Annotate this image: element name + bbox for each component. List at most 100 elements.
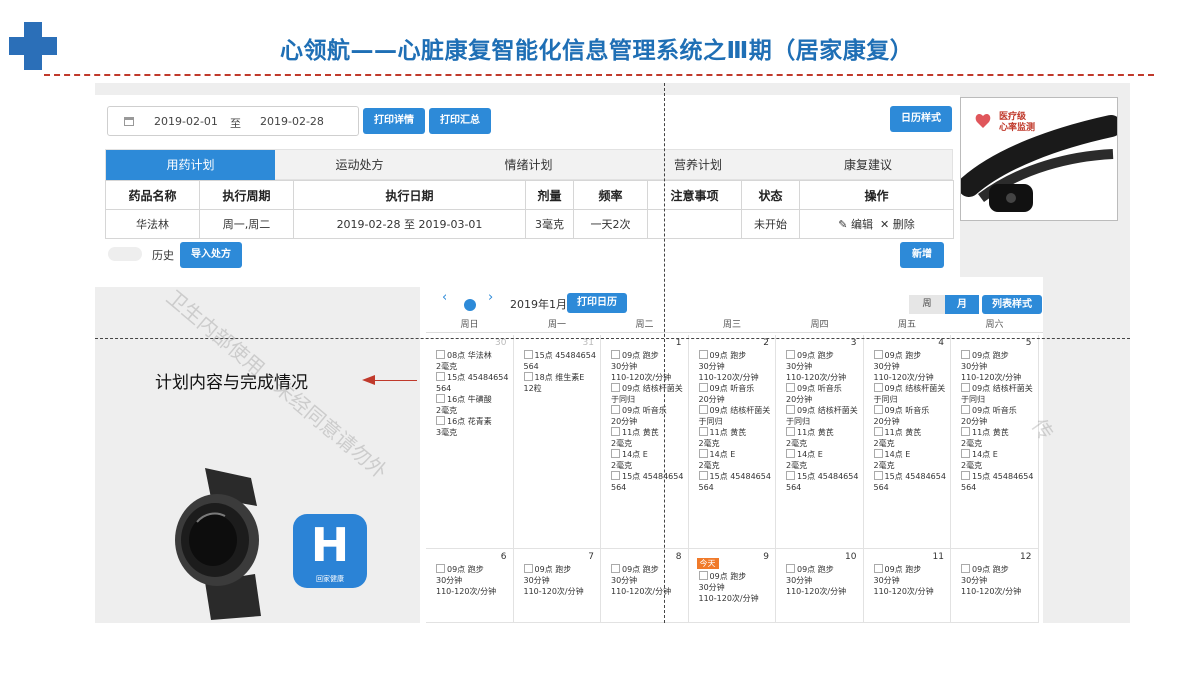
- event-item[interactable]: 09点 结核杆菌关于同归: [786, 405, 861, 427]
- calendar-day-cell[interactable]: 2 09点 跑步 30分钟 110-120次/分钟 09点 听音乐 20分钟 09点 结核杆…: [688, 335, 776, 549]
- edit-icon[interactable]: ✎: [838, 218, 847, 231]
- event-checkbox[interactable]: [523, 350, 533, 359]
- event-checkbox[interactable]: [611, 471, 620, 480]
- event-item[interactable]: 09点 听音乐: [698, 383, 774, 394]
- event-item[interactable]: 09点 跑步: [698, 350, 774, 361]
- event-checkbox[interactable]: [786, 564, 795, 573]
- event-checkbox[interactable]: [961, 564, 970, 573]
- event-item[interactable]: 09点 听音乐: [873, 405, 949, 416]
- tab-rehab-advice[interactable]: 康复建议: [783, 150, 953, 180]
- event-checkbox[interactable]: [698, 383, 708, 392]
- calendar-day-cell[interactable]: 7 09点 跑步 30分钟 110-120次/分钟: [513, 549, 601, 623]
- event-item[interactable]: 14点 E: [961, 449, 1036, 460]
- event-item[interactable]: 11点 黄芪: [611, 427, 686, 438]
- event-item[interactable]: 09点 结核杆菌关于同归: [698, 405, 774, 427]
- calendar-style-button[interactable]: 日历样式: [890, 106, 952, 132]
- import-prescription-button[interactable]: 导入处方: [180, 242, 242, 268]
- event-checkbox[interactable]: [786, 449, 795, 458]
- event-item[interactable]: 14点 E: [611, 449, 686, 460]
- event-item[interactable]: 15点 45484654564: [611, 471, 686, 493]
- event-checkbox[interactable]: [961, 449, 970, 458]
- event-item[interactable]: 09点 跑步: [873, 564, 949, 575]
- calendar-day-cell[interactable]: 12 09点 跑步 30分钟 110-120次/分钟: [951, 549, 1039, 623]
- event-checkbox[interactable]: [436, 394, 445, 403]
- event-item[interactable]: 15点 45484654564: [961, 471, 1036, 493]
- event-checkbox[interactable]: [436, 372, 445, 381]
- date-to[interactable]: 2019-02-28: [260, 115, 324, 128]
- view-week-button[interactable]: 周: [909, 295, 945, 314]
- delete-link[interactable]: 删除: [893, 218, 915, 231]
- event-item[interactable]: 16点 牛磺酸: [436, 394, 511, 405]
- view-list-button[interactable]: 列表样式: [982, 295, 1042, 314]
- event-item[interactable]: 09点 结核杆菌关于同归: [873, 383, 949, 405]
- event-item[interactable]: 14点 E: [786, 449, 861, 460]
- event-item[interactable]: 09点 跑步: [786, 350, 861, 361]
- add-button[interactable]: 新增: [900, 242, 944, 268]
- prev-month-icon[interactable]: ‹: [442, 290, 447, 305]
- calendar-day-cell[interactable]: 31 15点 45484654564 18点 维生素E 12粒: [513, 335, 601, 549]
- calendar-day-cell[interactable]: 5 09点 跑步 30分钟 110-120次/分钟 09点 结核杆菌关于同归 09点 听音…: [951, 335, 1039, 549]
- event-item[interactable]: 09点 听音乐: [961, 405, 1036, 416]
- date-from[interactable]: 2019-02-01: [154, 115, 218, 128]
- event-item[interactable]: 08点 华法林: [436, 350, 511, 361]
- event-checkbox[interactable]: [436, 416, 445, 425]
- event-checkbox[interactable]: [961, 471, 970, 480]
- calendar-day-cell[interactable]: 11 09点 跑步 30分钟 110-120次/分钟: [863, 549, 951, 623]
- event-checkbox[interactable]: [961, 405, 970, 414]
- delete-icon[interactable]: ✕: [880, 218, 889, 231]
- event-item[interactable]: 09点 跑步: [436, 564, 511, 575]
- event-checkbox[interactable]: [873, 449, 883, 458]
- event-checkbox[interactable]: [786, 383, 795, 392]
- event-item[interactable]: 09点 跑步: [786, 564, 861, 575]
- history-toggle[interactable]: [108, 247, 142, 261]
- date-range-picker[interactable]: 2019-02-01 至 2019-02-28: [107, 106, 359, 136]
- print-summary-button[interactable]: 打印汇总: [429, 108, 491, 134]
- event-checkbox[interactable]: [611, 405, 620, 414]
- edit-link[interactable]: 编辑: [851, 218, 873, 231]
- event-checkbox[interactable]: [611, 350, 620, 359]
- calendar-day-cell[interactable]: 1 09点 跑步 30分钟 110-120次/分钟 09点 结核杆菌关于同归 09点 听音…: [601, 335, 689, 549]
- calendar-day-cell[interactable]: 30 08点 华法林 2毫克 15点 45484654564 16点 牛磺酸 2毫克 16点…: [426, 335, 514, 549]
- event-item[interactable]: 09点 跑步: [873, 350, 949, 361]
- today-dot-icon[interactable]: [464, 299, 476, 311]
- calendar-day-cell[interactable]: 6 09点 跑步 30分钟 110-120次/分钟: [426, 549, 514, 623]
- event-checkbox[interactable]: [873, 564, 883, 573]
- event-item[interactable]: 15点 45484654564: [786, 471, 861, 493]
- tab-exercise[interactable]: 运动处方: [275, 150, 444, 180]
- event-item[interactable]: 11点 黄芪: [873, 427, 949, 438]
- event-item[interactable]: 09点 跑步: [961, 564, 1036, 575]
- event-checkbox[interactable]: [961, 350, 970, 359]
- event-item[interactable]: 09点 结核杆菌关于同归: [611, 383, 686, 405]
- event-checkbox[interactable]: [873, 350, 883, 359]
- event-checkbox[interactable]: [698, 449, 708, 458]
- event-checkbox[interactable]: [523, 372, 533, 381]
- event-checkbox[interactable]: [786, 405, 795, 414]
- print-calendar-button[interactable]: 打印日历: [567, 293, 627, 313]
- tab-emotion[interactable]: 情绪计划: [444, 150, 613, 180]
- print-detail-button[interactable]: 打印详情: [363, 108, 425, 134]
- event-item[interactable]: 15点 45484654564: [873, 471, 949, 493]
- event-checkbox[interactable]: [523, 564, 533, 573]
- tab-medication[interactable]: 用药计划: [106, 150, 275, 180]
- event-item[interactable]: 09点 跑步: [698, 571, 774, 582]
- calendar-day-cell[interactable]: 4 09点 跑步 30分钟 110-120次/分钟 09点 结核杆菌关于同归 09点 听音…: [863, 335, 951, 549]
- event-checkbox[interactable]: [611, 427, 620, 436]
- event-checkbox[interactable]: [611, 383, 620, 392]
- event-item[interactable]: 09点 跑步: [961, 350, 1036, 361]
- calendar-day-cell[interactable]: 3 09点 跑步 30分钟 110-120次/分钟 09点 听音乐 20分钟 09点 结核杆…: [776, 335, 864, 549]
- event-checkbox[interactable]: [873, 471, 883, 480]
- event-checkbox[interactable]: [961, 383, 970, 392]
- event-checkbox[interactable]: [873, 427, 883, 436]
- calendar-day-cell[interactable]: 10 09点 跑步 30分钟 110-120次/分钟: [776, 549, 864, 623]
- event-item[interactable]: 14点 E: [698, 449, 774, 460]
- event-checkbox[interactable]: [436, 350, 445, 359]
- event-checkbox[interactable]: [873, 405, 883, 414]
- event-checkbox[interactable]: [873, 383, 883, 392]
- event-item[interactable]: 11点 黄芪: [698, 427, 774, 438]
- event-checkbox[interactable]: [611, 449, 620, 458]
- event-item[interactable]: 09点 听音乐: [786, 383, 861, 394]
- event-checkbox[interactable]: [698, 471, 708, 480]
- event-item[interactable]: 09点 结核杆菌关于同归: [961, 383, 1036, 405]
- event-item[interactable]: 15点 45484654564: [698, 471, 774, 493]
- event-checkbox[interactable]: [786, 350, 795, 359]
